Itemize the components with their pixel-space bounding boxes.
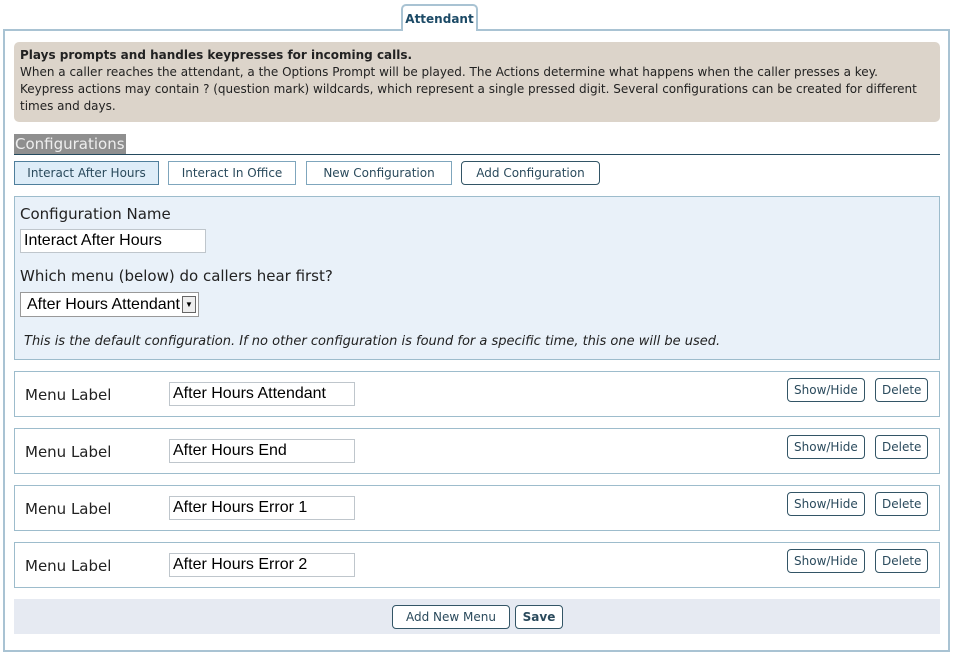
default-config-note: This is the default configuration. If no… xyxy=(24,334,721,349)
info-box: Plays prompts and handles keypresses for… xyxy=(14,42,940,122)
show-hide-button[interactable]: Show/Hide xyxy=(787,435,865,459)
configurations-heading: Configurations xyxy=(14,134,126,154)
show-hide-button[interactable]: Show/Hide xyxy=(787,492,865,516)
config-tab-interact-in-office[interactable]: Interact In Office xyxy=(168,161,296,185)
menu-label-input[interactable]: After Hours Error 2 xyxy=(169,553,355,577)
info-title: Plays prompts and handles keypresses for… xyxy=(20,48,413,62)
menu-label-input[interactable]: After Hours Error 1 xyxy=(169,496,355,520)
show-hide-button[interactable]: Show/Hide xyxy=(787,378,865,402)
first-menu-label: Which menu (below) do callers hear first… xyxy=(20,267,333,285)
menu-label-input[interactable]: After Hours End xyxy=(169,439,355,463)
config-tab-new-configuration[interactable]: New Configuration xyxy=(306,161,452,185)
menu-label-input[interactable]: After Hours Attendant xyxy=(169,382,355,406)
info-body: When a caller reaches the attendant, a t… xyxy=(20,65,917,113)
menu-label: Menu Label xyxy=(25,443,112,461)
add-new-menu-button[interactable]: Add New Menu xyxy=(392,605,510,629)
divider xyxy=(14,154,940,155)
menu-row: Menu Label After Hours Attendant Show/Hi… xyxy=(14,371,940,417)
menu-label: Menu Label xyxy=(25,500,112,518)
delete-button[interactable]: Delete xyxy=(875,549,929,573)
delete-button[interactable]: Delete xyxy=(875,378,929,402)
menu-row: Menu Label After Hours Error 1 Show/Hide… xyxy=(14,485,940,531)
save-button[interactable]: Save xyxy=(515,605,563,629)
configuration-name-label: Configuration Name xyxy=(20,205,171,223)
menu-row: Menu Label After Hours Error 2 Show/Hide… xyxy=(14,542,940,588)
tab-attendant[interactable]: Attendant xyxy=(401,4,478,31)
add-configuration-button[interactable]: Add Configuration xyxy=(461,161,600,185)
menu-label: Menu Label xyxy=(25,386,112,404)
menu-row: Menu Label After Hours End Show/Hide Del… xyxy=(14,428,940,474)
delete-button[interactable]: Delete xyxy=(875,435,929,459)
config-tab-interact-after-hours[interactable]: Interact After Hours xyxy=(14,161,159,185)
configuration-name-input[interactable]: Interact After Hours xyxy=(20,229,206,253)
menu-label: Menu Label xyxy=(25,557,112,575)
delete-button[interactable]: Delete xyxy=(875,492,929,516)
show-hide-button[interactable]: Show/Hide xyxy=(787,549,865,573)
first-menu-value: After Hours Attendant xyxy=(27,296,180,313)
first-menu-select[interactable]: After Hours Attendant ▼ xyxy=(20,292,199,317)
chevron-down-icon[interactable]: ▼ xyxy=(182,296,196,313)
